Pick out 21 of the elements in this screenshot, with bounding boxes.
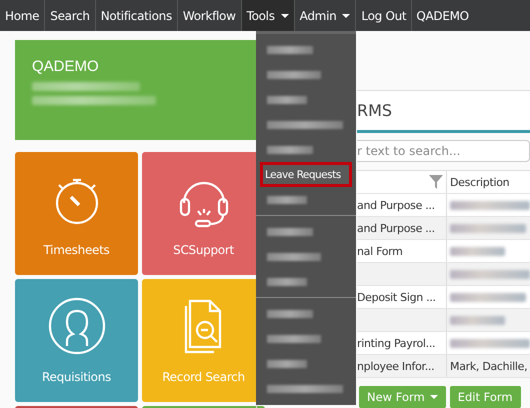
table-cell: Deposit Sign ... xyxy=(357,286,447,308)
table-cell: rinting Payrol... xyxy=(357,332,447,354)
nav-item[interactable]: Search xyxy=(45,0,96,31)
nav-item[interactable]: QADEMO xyxy=(412,0,473,31)
blurred-text xyxy=(450,246,505,256)
table-cell: and Purpose ... xyxy=(357,217,447,239)
nav-item[interactable]: Tools xyxy=(242,0,295,31)
panel-title: RMS xyxy=(357,101,392,120)
column-header: Description xyxy=(449,174,510,190)
nav-item[interactable]: Home xyxy=(0,0,46,31)
search-field[interactable]: r text to search... xyxy=(357,140,530,162)
person-icon xyxy=(46,296,106,356)
nav-item[interactable]: Notifications xyxy=(96,0,178,31)
table-cell: nal Form xyxy=(357,240,447,262)
nav-item[interactable]: Log Out xyxy=(356,0,412,31)
table-cell-text: Mark, Dachille, xyxy=(449,358,528,374)
table-cell: nployee Infor... xyxy=(357,355,447,377)
menu-item[interactable]: Leave Requests xyxy=(260,162,352,187)
blurred-text xyxy=(450,316,505,324)
table-cell: and Purpose ... xyxy=(357,194,447,216)
user-name: QADEMO xyxy=(32,58,100,75)
